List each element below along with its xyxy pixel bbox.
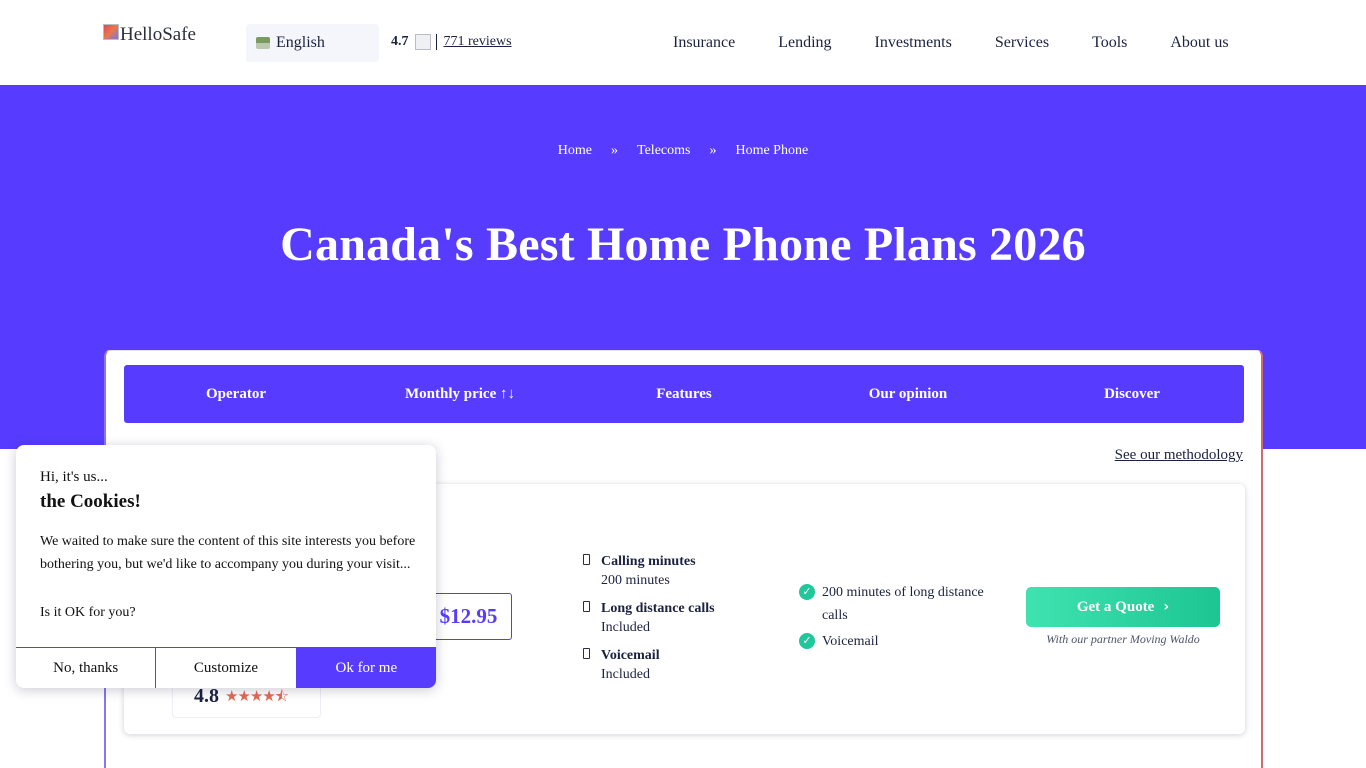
feature-value: 200 minutes: [601, 573, 670, 588]
main-nav: Insurance Lending Investments Services T…: [673, 34, 1229, 52]
breadcrumb-home[interactable]: Home: [558, 143, 592, 159]
feature-title: Voicemail: [601, 648, 660, 663]
get-a-quote-button[interactable]: Get a Quote ›: [1026, 587, 1220, 627]
opinion-item: ✓ Voicemail: [799, 630, 999, 653]
cookie-question: Is it OK for you?: [40, 605, 136, 620]
phone-icon: [583, 601, 590, 612]
opinion-text: 200 minutes of long distance calls: [822, 585, 984, 623]
nav-tools[interactable]: Tools: [1092, 34, 1127, 52]
column-discover: Discover: [1104, 385, 1160, 402]
breadcrumb-home-phone: Home Phone: [735, 143, 809, 158]
breadcrumb: Home » Telecoms » Home Phone: [0, 143, 1366, 159]
feature-item: Voicemail Included: [582, 646, 715, 684]
feature-item: Calling minutes 200 minutes: [582, 552, 715, 590]
reviews-link[interactable]: 771 reviews: [444, 34, 512, 50]
feature-value: Included: [601, 667, 650, 682]
nav-insurance[interactable]: Insurance: [673, 34, 735, 52]
column-operator: Operator: [206, 385, 266, 402]
flag-icon: [256, 37, 270, 49]
opinion-item: ✓ 200 minutes of long distance calls: [799, 581, 999, 627]
nav-about-us[interactable]: About us: [1170, 34, 1228, 52]
feature-title: Calling minutes: [601, 554, 696, 569]
get-a-quote-label: Get a Quote: [1076, 598, 1155, 615]
feature-item: Long distance calls Included: [582, 599, 715, 637]
nav-lending[interactable]: Lending: [778, 34, 831, 52]
monthly-price: $12.95: [425, 593, 512, 640]
hellosafe-logo[interactable]: HelloSafe: [103, 24, 196, 46]
rating-divider: [435, 34, 437, 50]
customize-button[interactable]: Customize: [156, 647, 297, 688]
nav-services[interactable]: Services: [995, 34, 1049, 52]
page-title: Canada's Best Home Phone Plans 2026: [280, 218, 1086, 271]
operator-rating-score: 4.8: [194, 685, 219, 707]
opinion-list: ✓ 200 minutes of long distance calls ✓ V…: [799, 581, 999, 656]
partner-note: With our partner Moving Waldo: [1046, 632, 1200, 646]
breadcrumb-separator: »: [611, 143, 619, 158]
phone-icon: [583, 554, 590, 565]
column-our-opinion: Our opinion: [868, 385, 948, 402]
methodology-link[interactable]: See our methodology: [1115, 447, 1243, 464]
language-selector[interactable]: English: [246, 24, 379, 62]
chevron-right-icon: ›: [1163, 599, 1170, 615]
cookie-banner: Hi, it's us... the Cookies! We waited to…: [16, 445, 436, 688]
column-features: Features: [656, 385, 712, 402]
check-icon: ✓: [799, 633, 815, 649]
check-icon: ✓: [799, 584, 815, 600]
phone-icon: [583, 648, 590, 659]
site-header: HelloSafe English 4.7 771 reviews Insura…: [0, 0, 1366, 85]
broken-rating-image-icon: [414, 34, 431, 50]
breadcrumb-telecoms[interactable]: Telecoms: [637, 143, 690, 159]
nav-investments[interactable]: Investments: [875, 34, 952, 52]
no-thanks-button[interactable]: No, thanks: [16, 647, 157, 688]
ok-for-me-button[interactable]: Ok for me: [296, 647, 436, 688]
opinion-text: Voicemail: [822, 634, 879, 649]
cookie-greeting: Hi, it's us...: [40, 469, 108, 485]
features-list: Calling minutes 200 minutes Long distanc…: [582, 552, 715, 693]
site-rating: 4.7 771 reviews: [391, 34, 512, 50]
breadcrumb-separator: »: [709, 143, 717, 158]
cookie-body: We waited to make sure the content of th…: [40, 534, 416, 572]
language-label: English: [276, 34, 325, 51]
cookie-actions: No, thanks Customize Ok for me: [16, 647, 436, 688]
rating-score: 4.7: [391, 34, 409, 49]
logo-alt-text: HelloSafe: [120, 24, 196, 45]
feature-title: Long distance calls: [601, 601, 715, 616]
column-monthly-price-sort[interactable]: Monthly price ↑↓: [348, 386, 572, 403]
star-rating-icon: ★★★★⯪: [225, 689, 289, 705]
feature-value: Included: [601, 620, 650, 635]
cookie-title: the Cookies!: [40, 491, 141, 512]
table-header: Operator Monthly price ↑↓ Features Our o…: [124, 365, 1244, 423]
broken-image-icon: [103, 24, 119, 40]
